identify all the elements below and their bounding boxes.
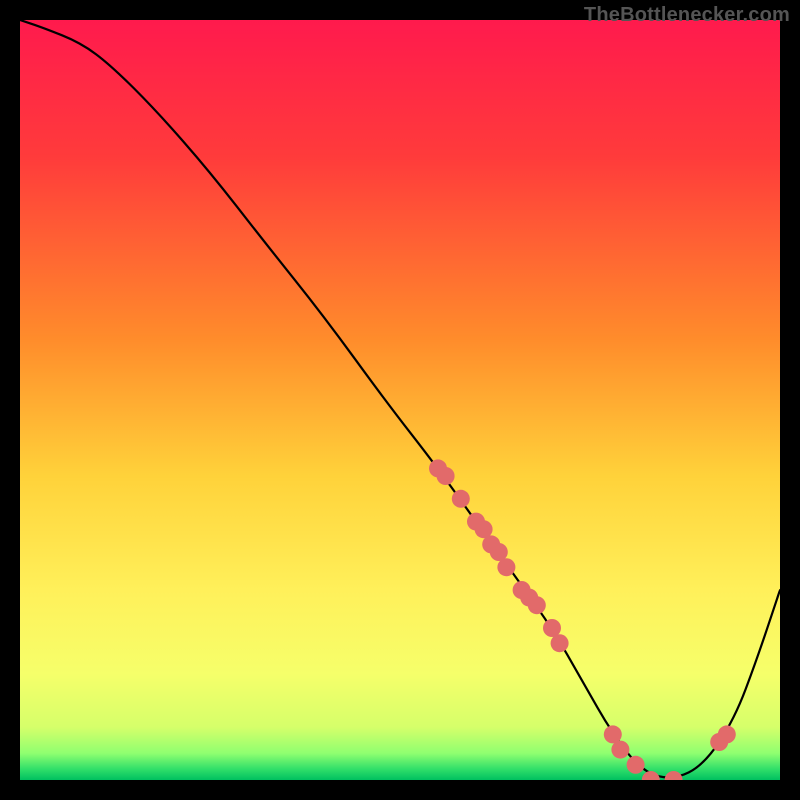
- attribution-text: TheBottlenecker.com: [584, 4, 790, 27]
- curve-marker: [718, 725, 736, 743]
- curve-marker: [497, 558, 515, 576]
- gradient-background: [20, 20, 780, 780]
- chart-frame: TheBottlenecker.com: [0, 0, 800, 800]
- curve-marker: [528, 596, 546, 614]
- curve-marker: [452, 490, 470, 508]
- curve-marker: [437, 467, 455, 485]
- chart-svg: [20, 20, 780, 780]
- curve-marker: [551, 634, 569, 652]
- curve-marker: [611, 741, 629, 759]
- curve-marker: [627, 756, 645, 774]
- plot-area: [20, 20, 780, 780]
